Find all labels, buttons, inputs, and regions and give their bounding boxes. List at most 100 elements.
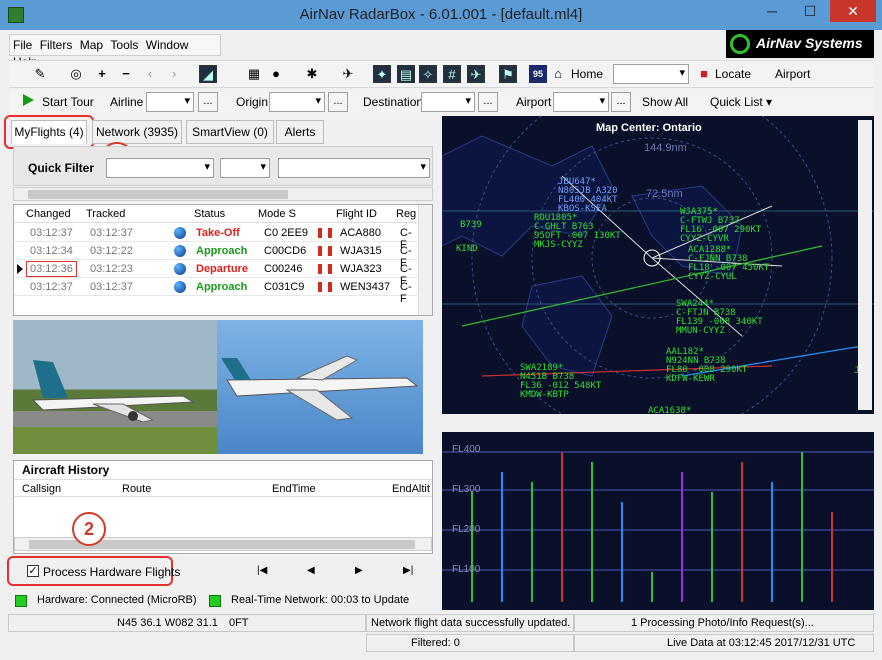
close-button[interactable]: ✕	[830, 0, 876, 22]
airport-label-kind: KIND	[456, 244, 478, 254]
route-icon[interactable]: ⚑	[499, 65, 517, 83]
col-modes[interactable]: Mode S	[258, 208, 296, 220]
prev-button[interactable]: ◀	[307, 565, 315, 576]
plane-view-icon[interactable]: ✈	[467, 65, 485, 83]
filtered-count: Filtered: 0	[366, 634, 574, 652]
flight-label-swa2189: SWA2189* N451B B738 FL36 -012 548KT KMDW-KB…	[520, 363, 602, 400]
table-row[interactable]: 03:12:36 03:12:23 Departure C00246 WJA32…	[14, 260, 418, 287]
compass-icon[interactable]: ✧	[419, 65, 437, 83]
locate-label[interactable]: Locate	[715, 67, 751, 81]
show-all-button[interactable]: Show All	[642, 95, 688, 109]
grid-icon[interactable]: #	[443, 65, 461, 83]
fl400-label: FL400	[452, 444, 481, 455]
fl100-label: FL100	[452, 564, 481, 575]
airport-combo[interactable]	[553, 92, 609, 112]
menu-filters[interactable]: Filters	[37, 35, 74, 52]
grid-vertical-scrollbar[interactable]	[418, 205, 432, 315]
airnav-logo: AirNav Systems	[726, 30, 874, 58]
col-endtime[interactable]: EndTime	[272, 483, 316, 495]
airline-browse-button[interactable]: ...	[198, 92, 218, 112]
layer-icon[interactable]: ◢	[199, 65, 217, 83]
plane-ground-icon	[31, 360, 195, 423]
menu-file[interactable]: File	[10, 35, 33, 52]
table-row[interactable]: 03:12:37 03:12:37 Take-Off C0 2EE9 ACA88…	[14, 224, 418, 251]
cell-changed: 03:12:36	[26, 261, 77, 277]
col-flight-id[interactable]: Flight ID	[336, 208, 377, 220]
airport-browse-button[interactable]: ...	[611, 92, 631, 112]
fl200-label: FL200	[452, 524, 481, 535]
target-icon[interactable]: ◎	[67, 65, 85, 83]
maximize-button[interactable]: ☐	[790, 0, 830, 22]
screen-icon[interactable]: ▤	[397, 65, 415, 83]
home-icon[interactable]: ⌂	[549, 65, 567, 83]
quick-list-button[interactable]: Quick List ▾	[710, 95, 772, 109]
last-button[interactable]: ▶|	[403, 565, 413, 576]
back-icon[interactable]: ‹	[141, 65, 159, 83]
altitude-profile[interactable]: FL400 FL300 FL200 FL100	[442, 432, 874, 610]
col-status[interactable]: Status	[194, 208, 225, 220]
cell-reg: C-F	[400, 281, 412, 305]
aircraft-photo-ground	[13, 320, 217, 454]
radar-icon[interactable]: ✦	[373, 65, 391, 83]
cell-tracked: 03:12:23	[90, 263, 133, 275]
flag-95-icon[interactable]: 95	[529, 65, 547, 83]
cell-status: Approach	[196, 245, 248, 257]
quick-filter-value-combo[interactable]	[278, 158, 430, 178]
radar-map[interactable]: Map Center: Ontario 144.9nm 72.5nm JBU64…	[442, 116, 874, 428]
location-combo[interactable]	[613, 64, 689, 84]
coords-cell: N45 36.1 W082 31.1 0FT	[8, 614, 366, 632]
col-callsign[interactable]: Callsign	[22, 483, 61, 495]
quick-filter-op-combo[interactable]	[220, 158, 270, 178]
menu-map[interactable]: Map	[77, 35, 104, 52]
start-tour-label[interactable]: Start Tour	[42, 95, 94, 109]
col-tracked[interactable]: Tracked	[86, 208, 125, 220]
map-horizontal-scrollbar[interactable]	[442, 414, 874, 428]
forward-icon[interactable]: ›	[165, 65, 183, 83]
filter-scrollbar[interactable]	[13, 187, 433, 201]
home-label[interactable]: Home	[571, 67, 603, 81]
destination-combo[interactable]	[421, 92, 475, 112]
filter-scroll-thumb[interactable]	[28, 190, 288, 199]
cell-flight: WJA323	[340, 263, 382, 275]
range-ring-label-2: 72.5nm	[646, 188, 683, 200]
tab-network[interactable]: Network (3935)	[92, 120, 182, 144]
table-row[interactable]: 03:12:34 03:12:22 Approach C00CD6 WJA315…	[14, 242, 418, 269]
origin-browse-button[interactable]: ...	[328, 92, 348, 112]
destination-browse-button[interactable]: ...	[478, 92, 498, 112]
radar-logo-icon	[730, 34, 750, 54]
plane-icon[interactable]: ✈	[339, 65, 357, 83]
table-row[interactable]: 03:12:37 03:12:37 Approach C031C9 WEN343…	[14, 278, 418, 305]
bug-icon[interactable]: ✱	[303, 65, 321, 83]
zoom-out-icon[interactable]: −	[117, 65, 135, 83]
locate-icon[interactable]: ■	[695, 65, 713, 83]
col-reg[interactable]: Reg	[396, 208, 416, 220]
quick-list-label: Quick List	[710, 95, 763, 109]
menu-tools[interactable]: Tools	[107, 35, 139, 52]
first-button[interactable]: |◀	[257, 565, 267, 576]
process-hw-label[interactable]: Process Hardware Flights	[43, 565, 180, 579]
map-vertical-scrollbar[interactable]	[858, 120, 872, 410]
zoom-in-icon[interactable]: +	[93, 65, 111, 83]
cell-modes: C0 2EE9	[264, 227, 309, 239]
film-icon[interactable]: ▦	[245, 65, 263, 83]
play-icon[interactable]	[23, 94, 34, 106]
callout-box-1	[4, 115, 94, 149]
playback-controls: ✓ Process Hardware Flights |◀ ◀ ▶ ▶|	[7, 556, 435, 588]
edit-map-icon[interactable]: ✎	[31, 65, 49, 83]
cell-flight: WJA315	[340, 245, 382, 257]
airport-label[interactable]: Airport	[775, 67, 810, 81]
airline-combo[interactable]	[146, 92, 194, 112]
process-hw-checkbox[interactable]: ✓	[27, 565, 39, 577]
col-route[interactable]: Route	[122, 483, 151, 495]
tab-alerts[interactable]: Alerts	[276, 120, 324, 144]
col-changed[interactable]: Changed	[26, 208, 71, 220]
minimize-button[interactable]: ─	[752, 0, 792, 22]
menu-window[interactable]: Window	[143, 35, 190, 52]
quick-filter-field-combo[interactable]	[106, 158, 214, 178]
tab-smartview[interactable]: SmartView (0)	[186, 120, 274, 144]
origin-combo[interactable]	[269, 92, 325, 112]
col-endaltit[interactable]: EndAltit	[392, 483, 430, 495]
cell-status: Approach	[196, 281, 248, 293]
globe-icon[interactable]: ●	[267, 65, 285, 83]
next-button[interactable]: ▶	[355, 565, 363, 576]
